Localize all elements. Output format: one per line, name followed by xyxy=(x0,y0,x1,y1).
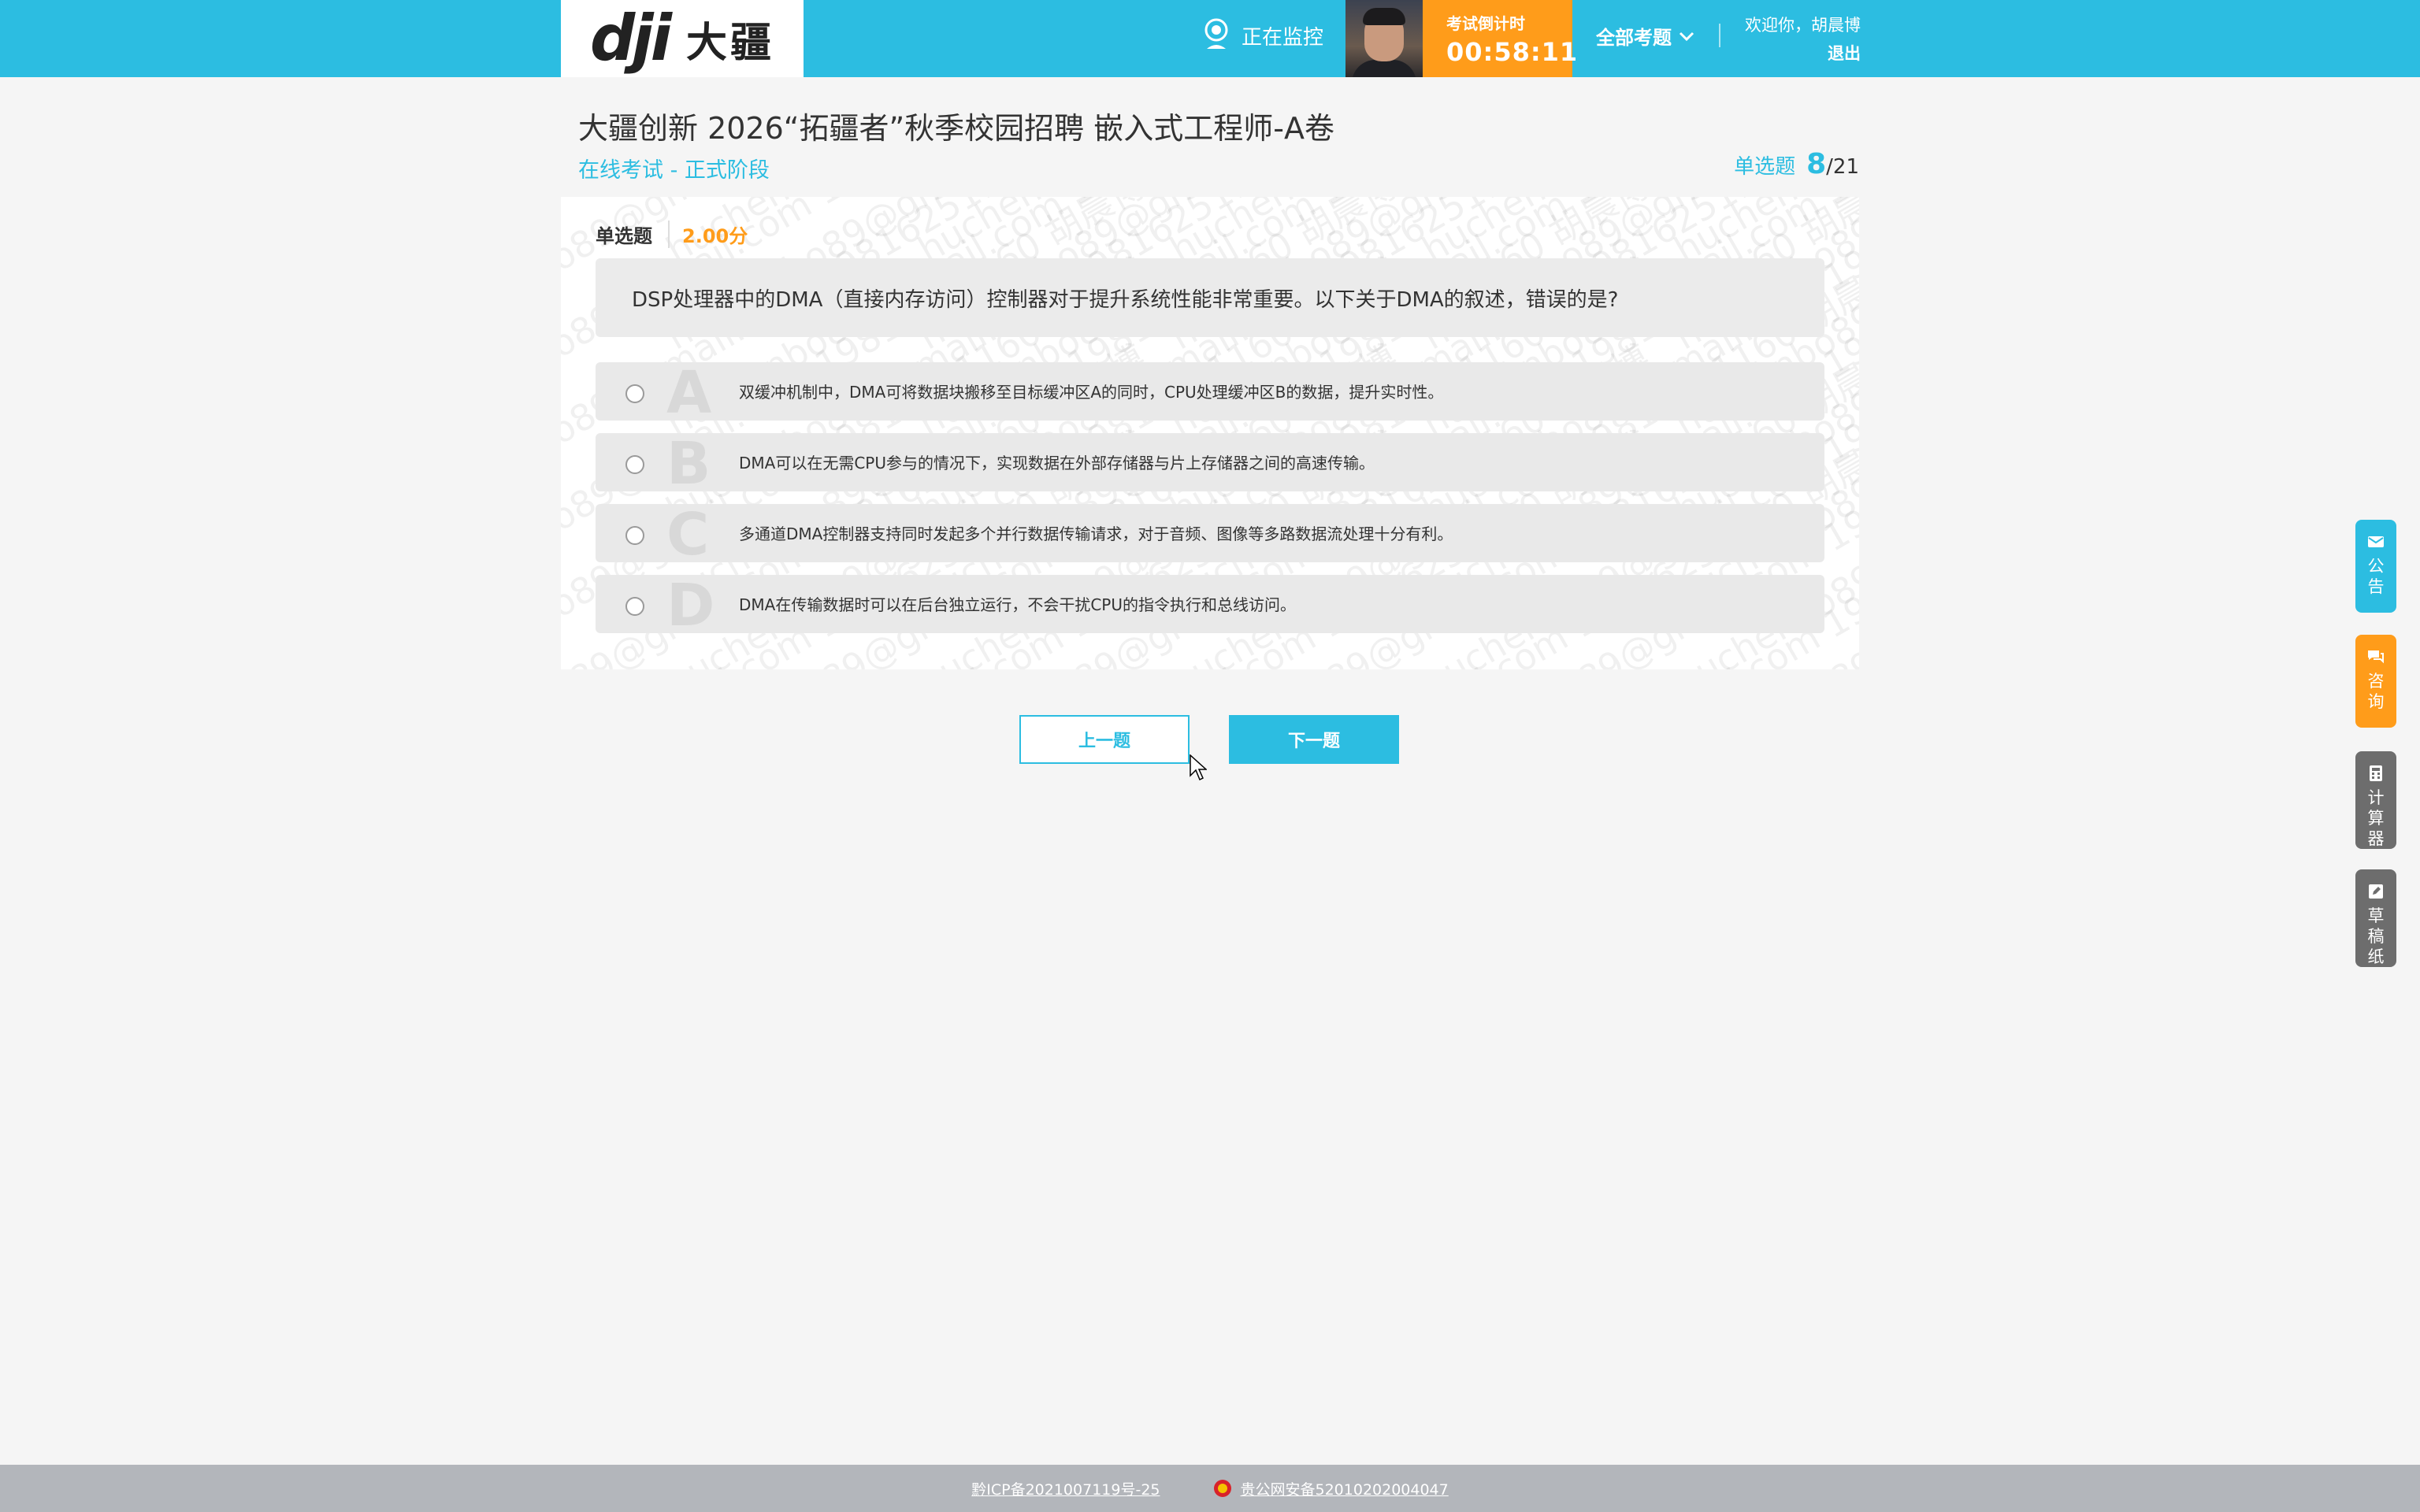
progress-current: 8 xyxy=(1806,148,1827,180)
monitor-status: 正在监控 xyxy=(1202,17,1323,54)
notice-label: 公告 xyxy=(2367,557,2385,596)
prev-question-button[interactable]: 上一题 xyxy=(1019,715,1190,764)
option-text: DMA在传输数据时可以在后台独立运行，不会干扰CPU的指令执行和总线访问。 xyxy=(739,595,1297,614)
option-text: DMA可以在无需CPU参与的情况下，实现数据在外部存储器与片上存储器之间的高速传… xyxy=(739,454,1375,472)
question-card: huchenbo89@gmail.com 19816251160 胡晨博huch… xyxy=(561,197,1859,669)
top-header: dji 大疆 正在监控 考试倒计时 00:58:11 全部考题 欢迎你，胡晨博 … xyxy=(0,0,2420,77)
consult-label: 咨询 xyxy=(2367,672,2385,711)
option-letter: D xyxy=(666,572,715,639)
calculator-icon xyxy=(2370,765,2382,781)
exam-stage: 在线考试 - 正式阶段 xyxy=(578,158,770,183)
mail-icon xyxy=(2368,536,2384,547)
progress-type: 单选题 xyxy=(1734,155,1796,179)
monitor-label: 正在监控 xyxy=(1242,25,1324,50)
radio-button[interactable] xyxy=(625,384,644,403)
progress-total: /21 xyxy=(1826,155,1859,179)
chevron-down-icon xyxy=(1679,32,1694,41)
draft-label: 草稿纸 xyxy=(2367,906,2385,966)
logout-link[interactable]: 退出 xyxy=(1745,41,1861,65)
option-text: 多通道DMA控制器支持同时发起多个并行数据传输请求，对于音频、图像等多路数据流处… xyxy=(739,524,1453,543)
all-questions-dropdown[interactable]: 全部考题 xyxy=(1596,22,1695,50)
radio-button[interactable] xyxy=(625,526,644,545)
police-badge-icon xyxy=(1213,1480,1231,1497)
option-letter: A xyxy=(666,359,712,427)
police-record-link[interactable]: 贵公网安备52010202004047 xyxy=(1241,1478,1449,1499)
question-progress: 单选题 8 /21 xyxy=(1734,148,1859,180)
exam-countdown: 考试倒计时 00:58:11 xyxy=(1423,0,1579,77)
next-question-button[interactable]: 下一题 xyxy=(1229,715,1399,764)
countdown-label: 考试倒计时 xyxy=(1446,14,1525,33)
mouse-cursor-icon xyxy=(1190,754,1207,781)
chat-icon xyxy=(2368,650,2384,664)
question-score: 2.00分 xyxy=(682,224,748,247)
icp-link[interactable]: 黔ICP备2021007119号-25 xyxy=(971,1478,1160,1499)
option-c[interactable]: C 多通道DMA控制器支持同时发起多个并行数据传输请求，对于音频、图像等多路数据… xyxy=(596,501,1824,569)
question-type: 单选题 xyxy=(596,220,670,248)
option-letter: B xyxy=(666,430,711,498)
consult-button[interactable]: 咨询 xyxy=(2355,635,2396,728)
all-questions-label: 全部考题 xyxy=(1596,27,1672,49)
radio-button[interactable] xyxy=(625,597,644,616)
webcam-icon xyxy=(1204,18,1228,49)
header-divider xyxy=(1719,24,1720,47)
question-meta: 单选题 2.00分 xyxy=(596,220,748,248)
webcam-preview xyxy=(1345,0,1423,77)
draft-paper-button[interactable]: 草稿纸 xyxy=(2355,869,2396,967)
radio-button[interactable] xyxy=(625,455,644,474)
edit-icon xyxy=(2369,884,2383,899)
user-welcome: 欢迎你，胡晨博 退出 xyxy=(1745,13,1861,65)
exam-title: 大疆创新 2026“拓疆者”秋季校园招聘 嵌入式工程师-A卷 xyxy=(578,111,1334,146)
question-stem-text: DSP处理器中的DMA（直接内存访问）控制器对于提升系统性能非常重要。以下关于D… xyxy=(632,287,1619,312)
welcome-text: 欢迎你，胡晨博 xyxy=(1745,16,1861,35)
question-stem: DSP处理器中的DMA（直接内存访问）控制器对于提升系统性能非常重要。以下关于D… xyxy=(596,258,1824,337)
option-a[interactable]: A 双缓冲机制中，DMA可将数据块搬移至目标缓冲区A的同时，CPU处理缓冲区B的… xyxy=(596,359,1824,427)
notice-button[interactable]: 公告 xyxy=(2355,520,2396,613)
logo-cn: 大疆 xyxy=(686,19,775,67)
option-d[interactable]: D DMA在传输数据时可以在后台独立运行，不会干扰CPU的指令执行和总线访问。 xyxy=(596,572,1824,639)
footer: 黔ICP备2021007119号-25 贵公网安备52010202004047 xyxy=(0,1465,2420,1512)
calculator-button[interactable]: 计算器 xyxy=(2355,751,2396,849)
option-text: 双缓冲机制中，DMA可将数据块搬移至目标缓冲区A的同时，CPU处理缓冲区B的数据… xyxy=(739,383,1444,402)
option-b[interactable]: B DMA可以在无需CPU参与的情况下，实现数据在外部存储器与片上存储器之间的高… xyxy=(596,430,1824,498)
option-letter: C xyxy=(666,501,710,569)
calculator-label: 计算器 xyxy=(2367,788,2385,848)
logo-mark: dji xyxy=(589,2,672,75)
dji-logo: dji 大疆 xyxy=(561,0,804,77)
countdown-time: 00:58:11 xyxy=(1446,37,1579,67)
